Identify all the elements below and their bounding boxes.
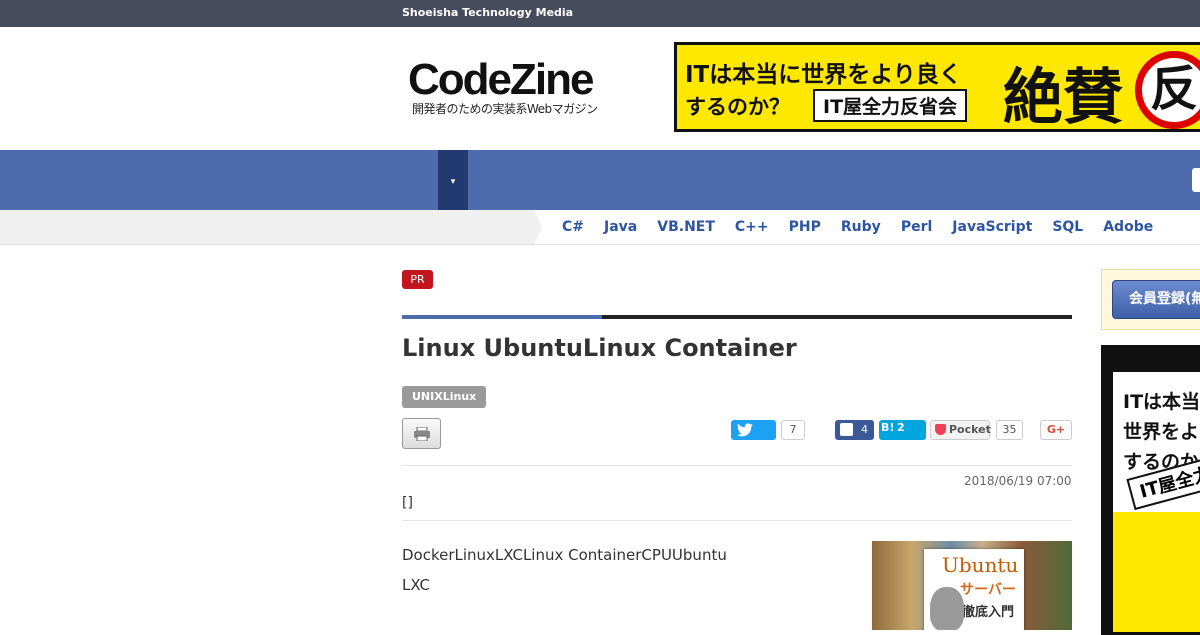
- hatena-count: 2: [897, 421, 905, 434]
- language-nav-arrow: [534, 210, 542, 244]
- google-plus-button[interactable]: G+: [1040, 420, 1072, 440]
- book-subtitle-2: 徹底入門: [962, 605, 1015, 620]
- facebook-share-button[interactable]: 4: [835, 420, 874, 440]
- top-bar: Shoeisha Technology Media: [0, 0, 1200, 27]
- sidebar-ad-line: ITは本当: [1123, 391, 1200, 413]
- koala-illustration: [930, 587, 964, 630]
- nav-dropdown-button[interactable]: ▾: [438, 150, 468, 210]
- sidebar-ad-yellow: [1113, 512, 1200, 632]
- banner-headline-2: するのか？: [685, 95, 790, 119]
- book-title: Ubuntu: [942, 553, 1019, 577]
- header-ad-banner[interactable]: ITは本当に世界をより良く するのか？ IT屋全力反省会 絶賛 反: [674, 42, 1200, 132]
- language-links: C# Java VB.NET C++ PHP Ruby Perl JavaScr…: [562, 219, 1153, 235]
- lang-link-adobe[interactable]: Adobe: [1103, 219, 1153, 235]
- logo-tagline: 開発者のための実装系Webマガジン: [412, 102, 598, 116]
- google-plus-icon: G+: [1046, 423, 1066, 436]
- lang-link-php[interactable]: PHP: [789, 219, 821, 235]
- pocket-label: Pocket: [949, 423, 991, 436]
- language-nav-left: [0, 210, 534, 244]
- author-line: []: [402, 495, 413, 511]
- lang-link-perl[interactable]: Perl: [901, 219, 932, 235]
- article-lead: DockerLinuxLXCLinux ContainerCPUUbuntu: [402, 546, 727, 564]
- lang-link-cpp[interactable]: C++: [735, 219, 769, 235]
- lang-link-java[interactable]: Java: [604, 219, 637, 235]
- sidebar-ad-content: ITは本当 世界をよ するのか IT屋全力: [1113, 372, 1200, 632]
- publish-date: 2018/06/19 07:00: [964, 474, 1072, 488]
- article-lead-2: LXC: [402, 576, 431, 594]
- book-cover: Ubuntu サーバー 徹底入門: [924, 549, 1024, 630]
- site-logo[interactable]: CodeZine 開発者のための実装系Webマガジン: [408, 58, 598, 117]
- banner-headline: ITは本当に世界をより良く: [685, 62, 962, 88]
- register-button[interactable]: 会員登録(無: [1112, 280, 1200, 319]
- title-rule-accent: [402, 315, 602, 319]
- banner-stamp: 反: [1135, 51, 1200, 129]
- publisher-name[interactable]: Shoeisha Technology Media: [402, 6, 573, 19]
- category-tag[interactable]: UNIXLinux: [402, 386, 487, 408]
- banner-event-name: IT屋全力反省会: [813, 89, 968, 122]
- tweet-button[interactable]: [731, 420, 776, 440]
- chevron-down-icon: ▾: [450, 177, 456, 187]
- search-input[interactable]: [1192, 168, 1200, 192]
- lang-link-ruby[interactable]: Ruby: [841, 219, 881, 235]
- meta-divider-top: [402, 465, 1072, 466]
- main-nav: ▾: [0, 150, 1200, 210]
- logo-wordmark: CodeZine: [408, 55, 594, 104]
- book-image[interactable]: Ubuntu サーバー 徹底入門: [872, 541, 1072, 630]
- pr-badge: PR: [402, 270, 433, 289]
- pocket-icon: [935, 424, 946, 435]
- meta-divider-bottom: [402, 520, 1072, 521]
- pocket-button[interactable]: Pocket: [930, 420, 991, 440]
- facebook-icon: [840, 423, 853, 436]
- book-subtitle: サーバー: [960, 582, 1016, 598]
- sidebar-ad[interactable]: ITは本当 世界をよ するのか IT屋全力: [1101, 345, 1200, 635]
- twitter-icon: [737, 423, 753, 437]
- banner-big-text: 絶賛: [1003, 63, 1123, 132]
- printer-icon: [414, 427, 430, 441]
- pocket-count: 35: [996, 420, 1023, 440]
- title-rule: [602, 315, 1072, 319]
- article-title: Linux UbuntuLinux Container: [402, 334, 797, 362]
- hatena-icon: B!: [881, 421, 895, 434]
- lang-link-vbnet[interactable]: VB.NET: [657, 219, 715, 235]
- sidebar-ad-line: 世界をよ: [1123, 421, 1200, 443]
- lang-link-sql[interactable]: SQL: [1052, 219, 1083, 235]
- lang-link-javascript[interactable]: JavaScript: [952, 219, 1032, 235]
- print-button[interactable]: [402, 418, 441, 449]
- lang-link-csharp[interactable]: C#: [562, 219, 584, 235]
- facebook-count: 4: [861, 423, 868, 436]
- language-nav: C# Java VB.NET C++ PHP Ruby Perl JavaScr…: [0, 210, 1200, 245]
- twitter-count: 7: [781, 420, 805, 440]
- hatena-bookmark-button[interactable]: B! 2: [879, 420, 926, 440]
